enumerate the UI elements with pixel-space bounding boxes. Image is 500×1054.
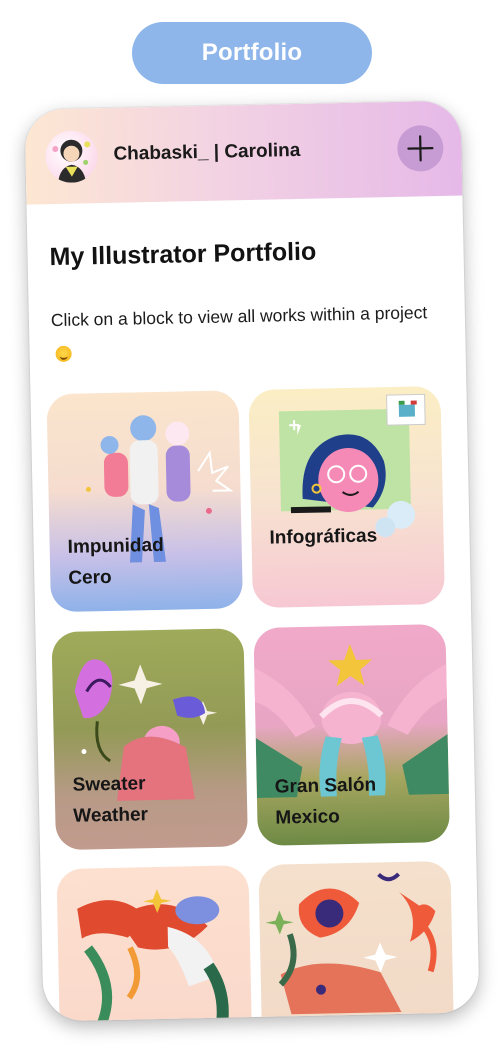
project-tile-sweater-weather[interactable]: Sweater Weather [51,628,248,851]
project-tile-infograficas[interactable]: Infográficas [248,386,445,608]
flower-fire-illustration-icon [265,872,437,1015]
subtitle-text: Click on a block to view all works withi… [50,302,428,331]
portfolio-pill-label: Portfolio [201,39,303,66]
red-bird-illustration-icon [77,889,229,1022]
portfolio-pill-button[interactable]: Portfolio [132,22,372,84]
avatar[interactable] [44,130,99,184]
project-tile-flower-fire[interactable] [258,860,455,1022]
star-struck-emoji-icon [55,345,72,363]
woman-infographic-illustration-icon [278,393,426,538]
profile-header: Chabaski_ | Carolina [24,100,463,205]
project-tile-impunidad-cero[interactable]: Impunidad Cero [46,390,243,613]
page-title: My Illustrator Portfolio [49,237,317,272]
project-tile-gran-salon-mexico[interactable]: Gran Salón Mexico [253,623,450,846]
tile-label: Sweater Weather [72,773,149,827]
page-subtitle: Click on a block to view all works withi… [51,295,442,371]
tile-label: Gran Salón Mexico [274,774,377,829]
tile-label: Impunidad Cero [67,534,164,589]
tile-label: Infográficas [269,525,378,549]
profile-handle: Chabaski_ | Carolina [113,139,301,165]
phone-card: Chabaski_ | Carolina My Illustrator Port… [24,100,480,1022]
plus-icon [407,135,434,162]
project-tile-bird-illustration[interactable] [56,865,253,1022]
add-button[interactable] [396,124,444,172]
